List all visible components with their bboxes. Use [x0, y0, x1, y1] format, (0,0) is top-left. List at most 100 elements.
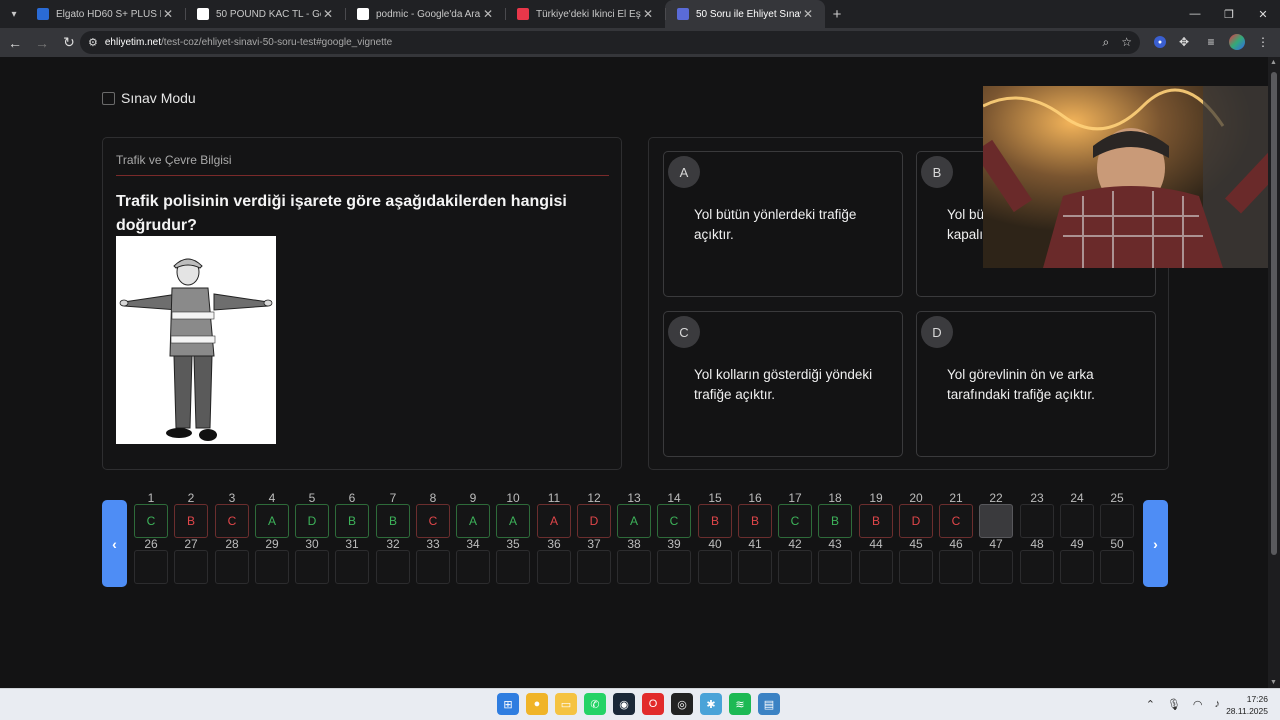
question-nav-box[interactable]: [134, 550, 168, 584]
question-nav-box[interactable]: [1060, 504, 1094, 538]
wifi-icon[interactable]: ◠: [1193, 698, 1203, 711]
site-info-icon[interactable]: ⚙: [88, 36, 98, 49]
next-questions-button[interactable]: ›: [1143, 500, 1168, 587]
question-nav-box[interactable]: [818, 550, 852, 584]
question-nav-box[interactable]: B: [376, 504, 410, 538]
spotify-icon[interactable]: ≋: [729, 693, 751, 715]
question-nav-box[interactable]: [617, 550, 651, 584]
restore-button[interactable]: ❐: [1212, 0, 1246, 28]
question-nav-box[interactable]: [295, 550, 329, 584]
question-nav-box[interactable]: B: [818, 504, 852, 538]
question-nav-box[interactable]: [496, 550, 530, 584]
question-nav-box[interactable]: D: [899, 504, 933, 538]
question-nav-box[interactable]: D: [295, 504, 329, 538]
question-nav-box[interactable]: [1020, 504, 1054, 538]
question-nav-box[interactable]: [657, 550, 691, 584]
question-nav-box[interactable]: [899, 550, 933, 584]
minimize-button[interactable]: —: [1178, 0, 1212, 28]
exam-mode-checkbox[interactable]: [102, 91, 115, 105]
question-nav-box[interactable]: B: [698, 504, 732, 538]
question-nav-box[interactable]: [979, 550, 1013, 584]
question-nav-box[interactable]: [174, 550, 208, 584]
answer-option-a[interactable]: A Yol bütün yönlerdeki trafiğe açıktır.: [663, 151, 903, 297]
question-nav-box[interactable]: A: [496, 504, 530, 538]
question-nav-box[interactable]: [738, 550, 772, 584]
obs-icon[interactable]: ◎: [671, 693, 693, 715]
question-nav-box[interactable]: B: [738, 504, 772, 538]
tab-close-icon[interactable]: ✕: [481, 7, 495, 21]
taskbar-clock[interactable]: 17:26 28.11.2025: [1226, 693, 1268, 717]
question-nav-box[interactable]: [1100, 550, 1134, 584]
question-nav-box[interactable]: C: [134, 504, 168, 538]
extension-icon[interactable]: ●: [1154, 36, 1166, 48]
media-control-icon[interactable]: ≡: [1202, 33, 1220, 51]
question-nav-box[interactable]: A: [255, 504, 289, 538]
question-nav-box[interactable]: [456, 550, 490, 584]
question-nav-box[interactable]: [1060, 550, 1094, 584]
close-window-button[interactable]: ✕: [1246, 0, 1280, 28]
scroll-thumb[interactable]: [1271, 72, 1277, 555]
question-nav-box[interactable]: [778, 550, 812, 584]
question-nav-box[interactable]: B: [859, 504, 893, 538]
tray-chevron-icon[interactable]: ⌃: [1146, 698, 1155, 711]
file-explorer-icon[interactable]: ▭: [555, 693, 577, 715]
address-bar[interactable]: ⚙ ehliyetim.net/test-coz/ehliyet-sinavi-…: [80, 31, 1140, 54]
browser-tab[interactable]: 50 Soru ile Ehliyet Sınavı Hazırl✕: [665, 0, 825, 28]
question-nav-box[interactable]: [537, 550, 571, 584]
tab-close-icon[interactable]: ✕: [641, 7, 655, 21]
settings-app-icon[interactable]: ✱: [700, 693, 722, 715]
bookmark-star-icon[interactable]: ☆: [1121, 35, 1132, 50]
microphone-icon[interactable]: 🎙: [1167, 698, 1181, 711]
chrome-icon[interactable]: ●: [526, 693, 548, 715]
question-nav-box[interactable]: [1100, 504, 1134, 538]
question-nav-box[interactable]: C: [778, 504, 812, 538]
tab-search-button[interactable]: ▾: [3, 3, 25, 25]
question-nav-box[interactable]: C: [657, 504, 691, 538]
question-nav-box[interactable]: [939, 550, 973, 584]
question-nav-box[interactable]: [376, 550, 410, 584]
question-nav-box[interactable]: B: [335, 504, 369, 538]
tab-close-icon[interactable]: ✕: [321, 7, 335, 21]
tab-close-icon[interactable]: ✕: [801, 7, 815, 21]
steam-icon[interactable]: ◉: [613, 693, 635, 715]
question-nav-box[interactable]: [698, 550, 732, 584]
question-nav-box[interactable]: [577, 550, 611, 584]
question-nav-box[interactable]: [859, 550, 893, 584]
question-nav-box[interactable]: D: [577, 504, 611, 538]
question-nav-box[interactable]: A: [456, 504, 490, 538]
tab-close-icon[interactable]: ✕: [161, 7, 175, 21]
browser-tab[interactable]: podmic - Google'da Ara ✕: [345, 0, 505, 28]
question-nav-box[interactable]: A: [617, 504, 651, 538]
previous-questions-button[interactable]: ‹: [102, 500, 127, 587]
question-nav-box[interactable]: [215, 550, 249, 584]
forward-button[interactable]: →: [30, 31, 54, 55]
notepad-icon[interactable]: ▤: [758, 693, 780, 715]
question-nav-box[interactable]: [1020, 550, 1054, 584]
exam-mode-toggle[interactable]: Sınav Modu: [102, 90, 196, 106]
profile-avatar[interactable]: [1229, 34, 1245, 50]
question-nav-box[interactable]: C: [215, 504, 249, 538]
question-nav-box[interactable]: C: [416, 504, 450, 538]
scroll-up-arrow-icon[interactable]: ▲: [1270, 59, 1277, 66]
volume-icon[interactable]: ♪: [1215, 698, 1221, 711]
browser-tab[interactable]: Elgato HD60 S+ PLUS External✕: [25, 0, 185, 28]
new-tab-button[interactable]: +: [825, 6, 849, 23]
question-nav-box[interactable]: B: [174, 504, 208, 538]
reload-button[interactable]: ↻: [57, 31, 81, 55]
page-scrollbar[interactable]: ▲ ▼: [1268, 57, 1280, 688]
more-menu-icon[interactable]: ⋮: [1254, 33, 1272, 51]
whatsapp-icon[interactable]: ✆: [584, 693, 606, 715]
answer-option-d[interactable]: D Yol görevlinin ön ve arka tarafındaki …: [916, 311, 1156, 457]
question-nav-box[interactable]: [416, 550, 450, 584]
question-nav-box[interactable]: [979, 504, 1013, 538]
question-nav-box[interactable]: C: [939, 504, 973, 538]
answer-option-c[interactable]: C Yol kolların gösterdiği yöndeki trafiğ…: [663, 311, 903, 457]
question-nav-box[interactable]: [335, 550, 369, 584]
windows-start-icon[interactable]: ⊞: [497, 693, 519, 715]
zoom-icon[interactable]: ⌕: [1103, 35, 1110, 50]
opera-icon[interactable]: O: [642, 693, 664, 715]
question-nav-box[interactable]: [255, 550, 289, 584]
question-nav-box[interactable]: A: [537, 504, 571, 538]
browser-tab[interactable]: Türkiye'deki İkinci El Eşyalan Al✕: [505, 0, 665, 28]
puzzle-icon[interactable]: ✥: [1175, 33, 1193, 51]
